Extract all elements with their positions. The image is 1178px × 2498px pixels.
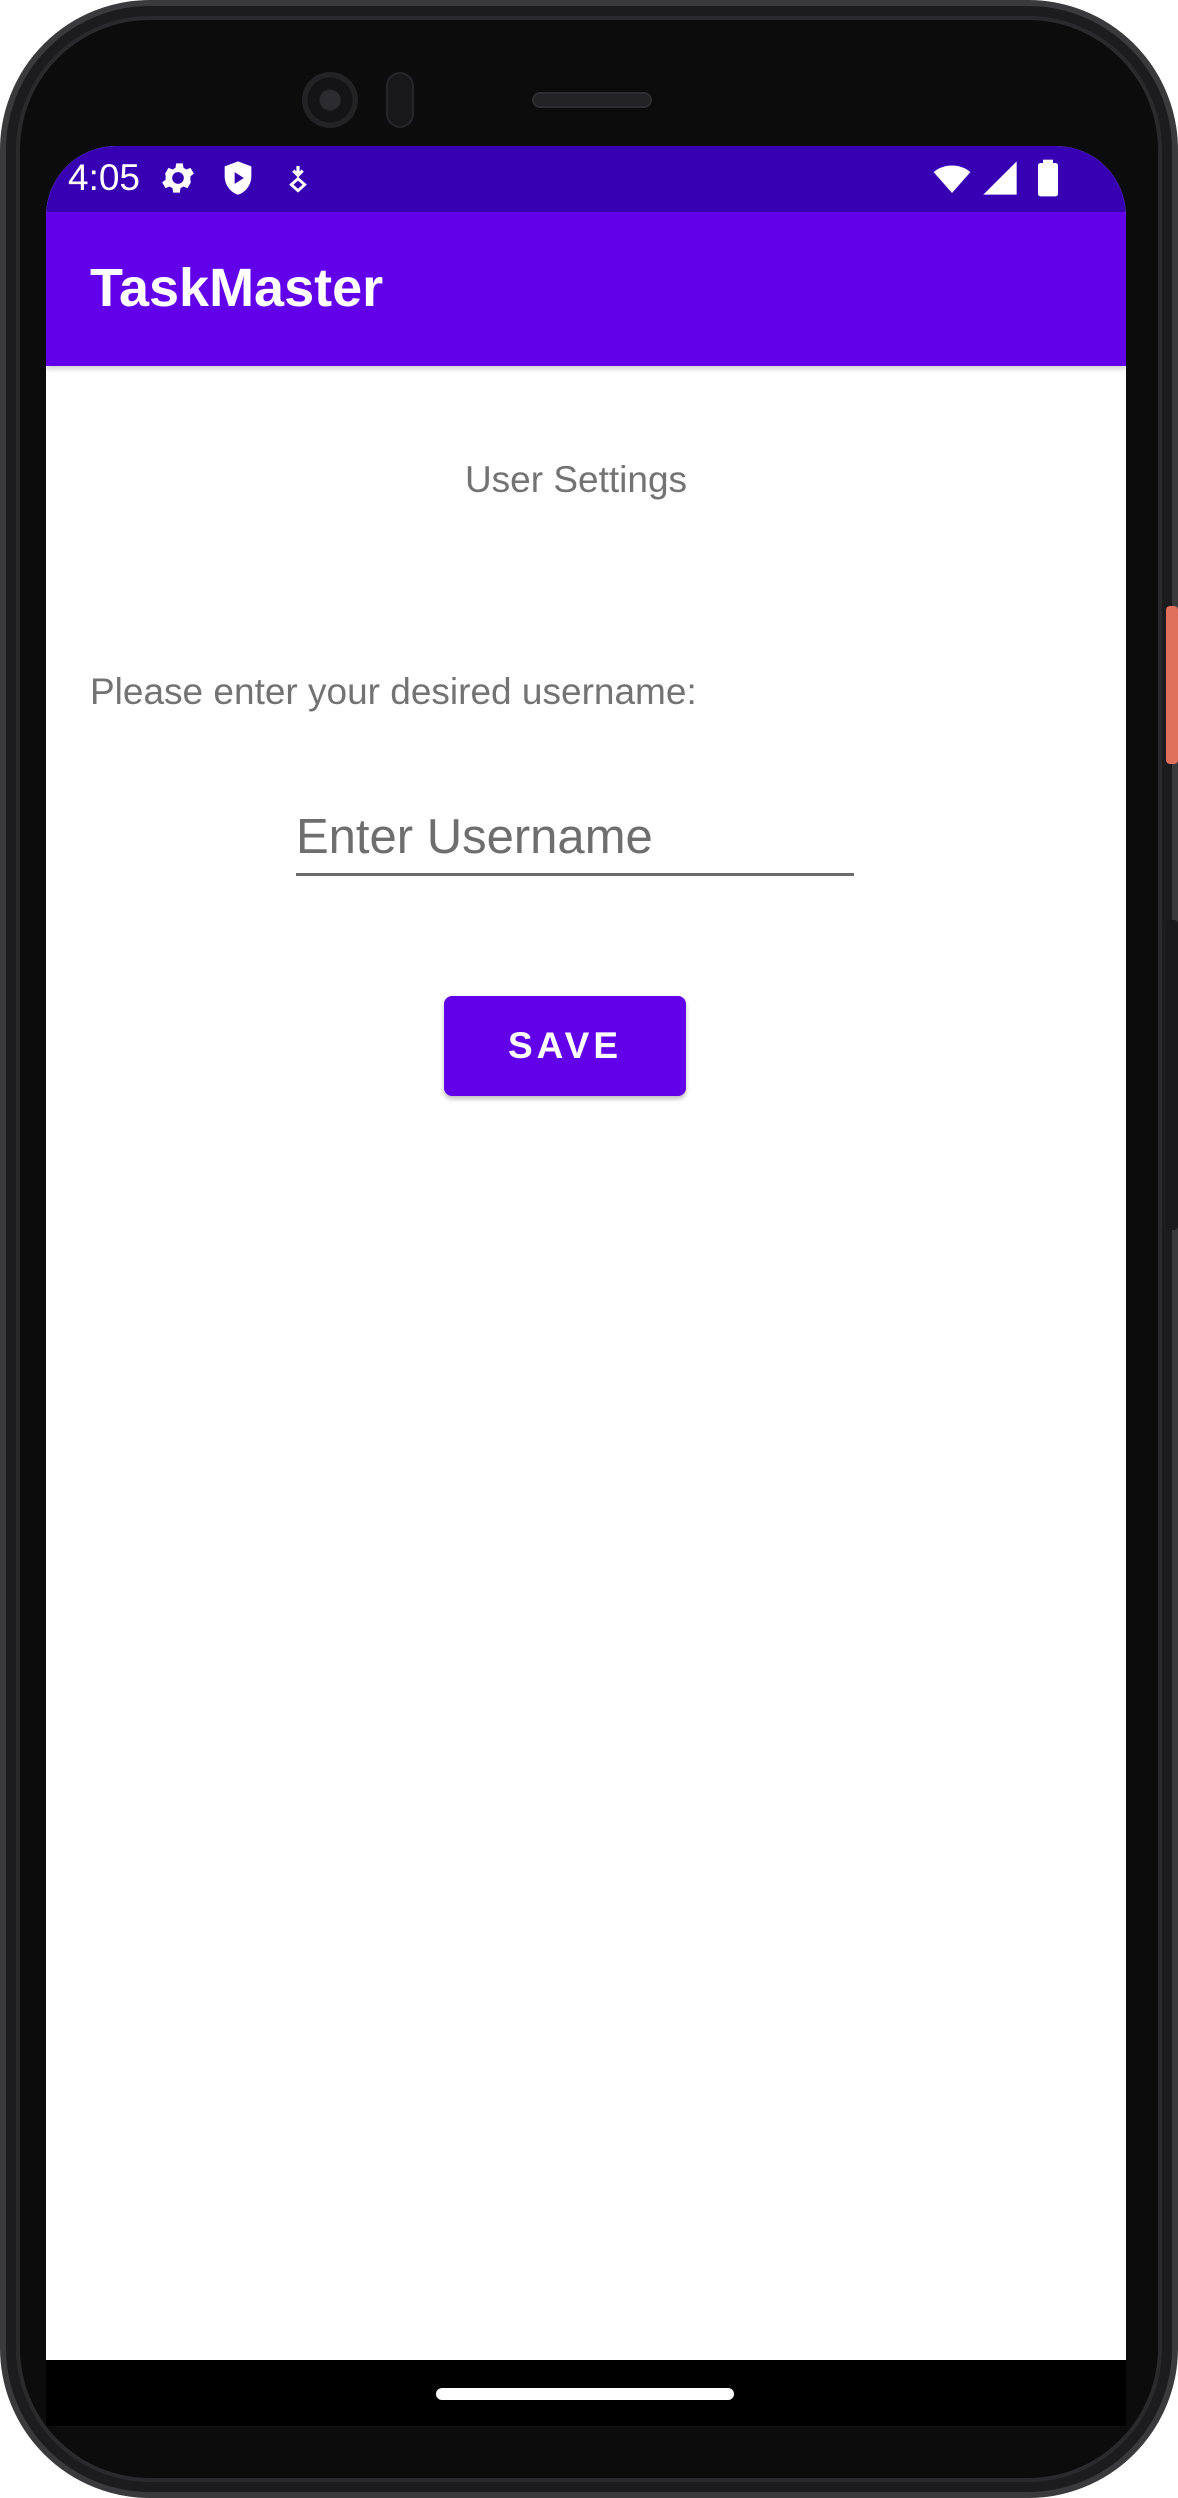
home-indicator[interactable] — [436, 2388, 734, 2400]
status-time: 4:05 — [68, 157, 141, 198]
proximity-sensor — [386, 72, 414, 128]
earpiece-speaker — [532, 92, 652, 108]
battery-icon — [1038, 159, 1058, 197]
app-bar: TaskMaster — [46, 212, 1126, 366]
gear-icon — [162, 163, 194, 193]
page-title: User Settings — [464, 459, 688, 500]
power-button — [1166, 606, 1178, 764]
volume-button — [1166, 920, 1178, 1230]
status-bar: 4:05 — [46, 146, 1126, 212]
shield-play-icon — [224, 161, 252, 195]
download-badge-icon — [289, 166, 307, 193]
front-camera — [302, 72, 358, 128]
app-screen: 4:05 TaskMaster User Settings Please ent… — [46, 146, 1126, 2426]
username-prompt: Please enter your desired username: — [90, 671, 697, 712]
wifi-icon — [933, 165, 971, 193]
username-input[interactable] — [296, 800, 854, 876]
cell-signal-icon — [983, 161, 1017, 195]
app-title: TaskMaster — [90, 258, 384, 318]
save-button[interactable]: SAVE — [444, 996, 686, 1096]
